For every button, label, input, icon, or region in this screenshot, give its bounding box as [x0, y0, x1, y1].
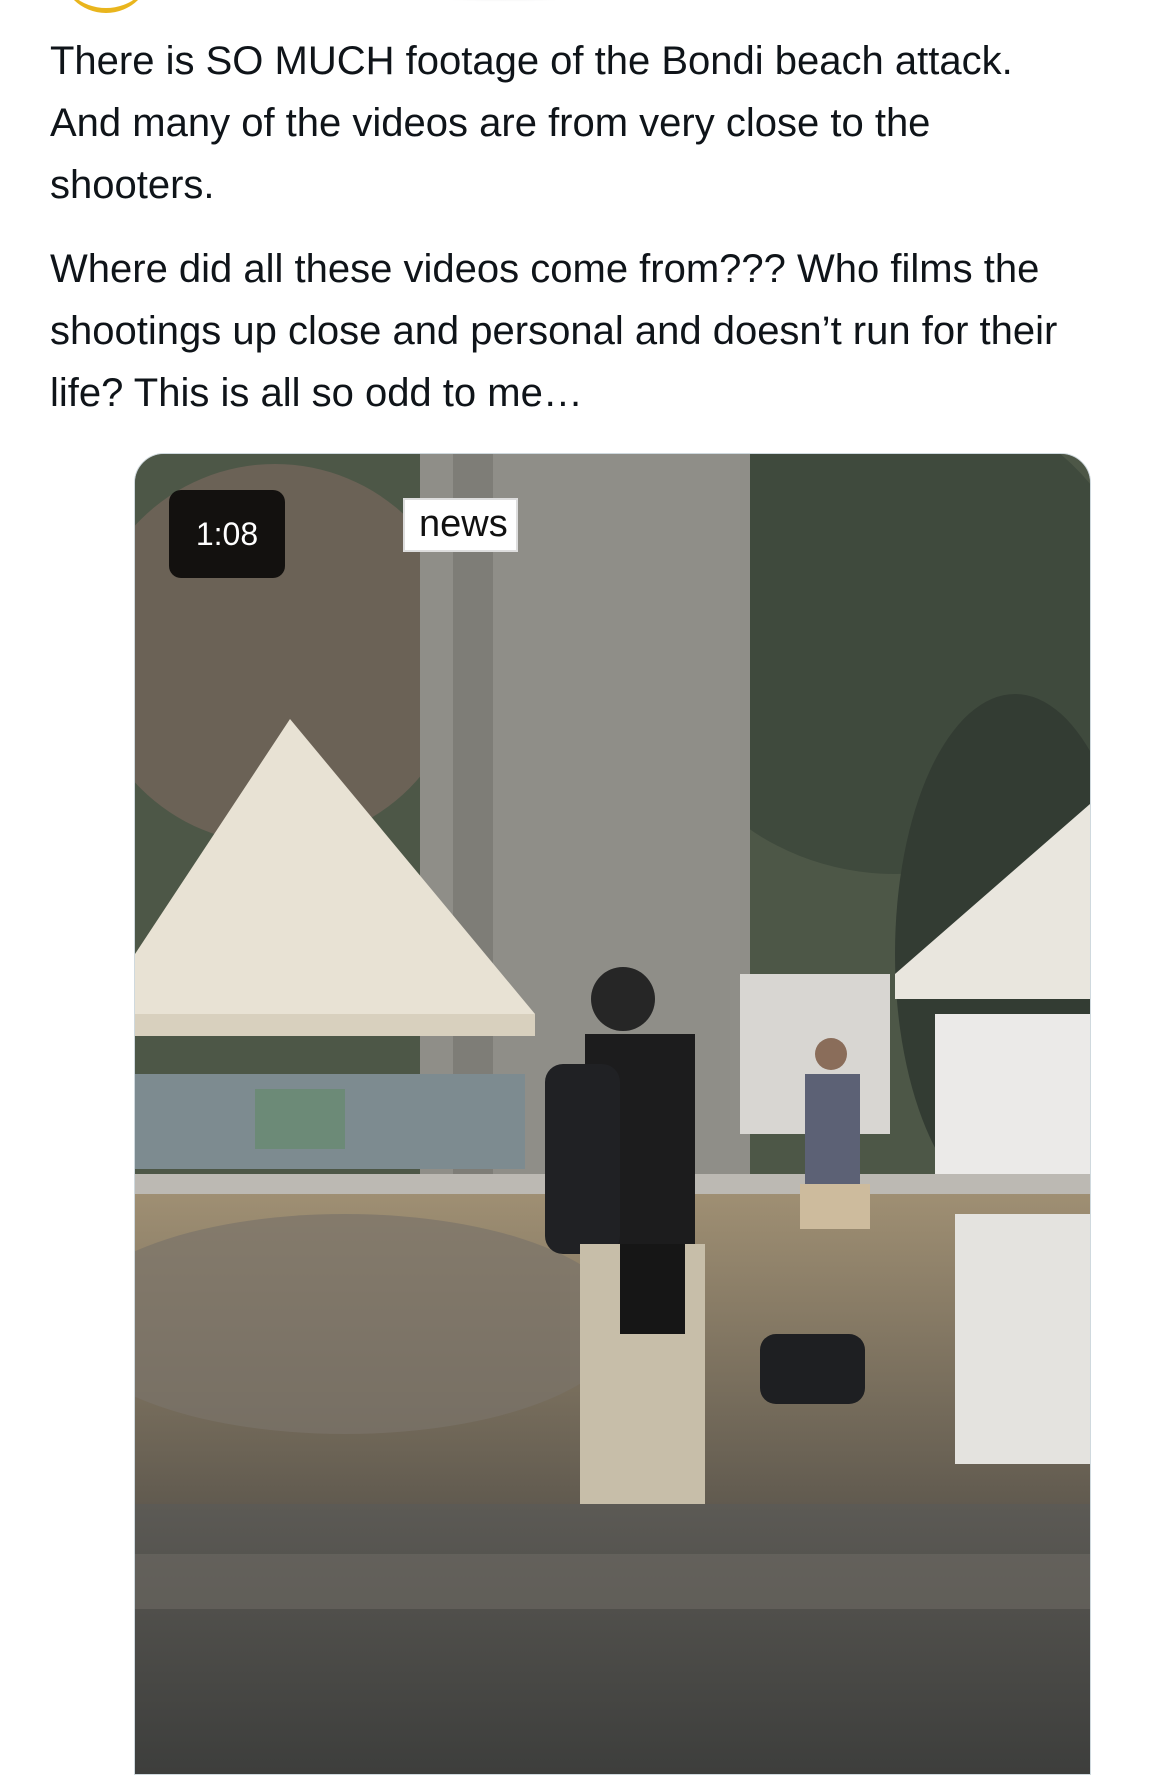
previous-element-shadow [400, 0, 610, 2]
post-text: There is SO MUCH footage of the Bondi be… [50, 30, 1160, 446]
news-watermark: news [403, 498, 518, 552]
post-paragraph-1: There is SO MUCH footage of the Bondi be… [50, 39, 1013, 207]
author-avatar[interactable] [60, 0, 152, 13]
video-duration-badge: 1:08 [169, 490, 285, 578]
video-thumbnail [135, 454, 1090, 1774]
video-player[interactable]: news 1:08 [134, 453, 1091, 1775]
post-paragraph-2: Where did all these videos come from??? … [50, 247, 1058, 415]
